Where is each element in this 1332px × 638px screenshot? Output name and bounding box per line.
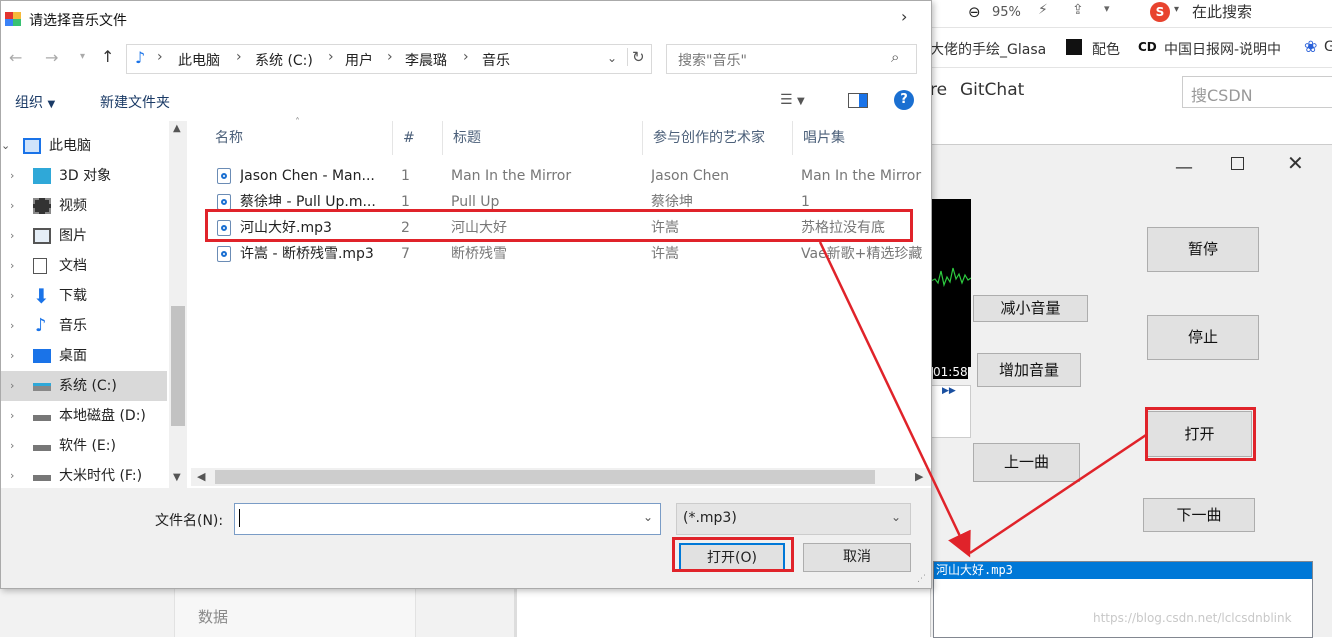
annotation-arrows bbox=[818, 241, 1147, 558]
arrow-to-playlist bbox=[818, 241, 971, 558]
arrow-from-open-button bbox=[969, 433, 1147, 555]
